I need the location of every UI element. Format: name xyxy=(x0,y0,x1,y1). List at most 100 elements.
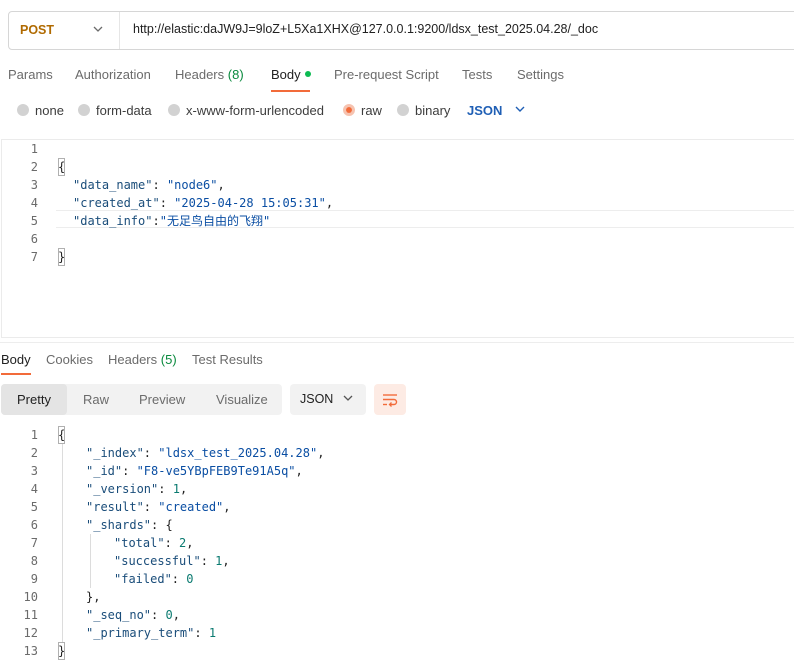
request-body-editor[interactable] xyxy=(1,139,794,338)
resp-tab-cookies[interactable]: Cookies xyxy=(46,352,93,367)
line-number: 12 xyxy=(23,626,38,640)
json-comma: , xyxy=(325,196,334,210)
resp-tab-test-results[interactable]: Test Results xyxy=(192,352,263,367)
tab-tests[interactable]: Tests xyxy=(462,67,492,82)
json-value: 1 xyxy=(208,626,217,640)
radio-urlencoded-label: x-www-form-urlencoded xyxy=(186,103,324,118)
json-value: "无足鸟自由的飞翔" xyxy=(159,214,271,228)
code-line: "_id": "F8-ve5YBpFEB9Te91A5q", xyxy=(86,464,303,478)
headers-count: (8) xyxy=(227,67,244,82)
indent-guide xyxy=(90,534,91,588)
resp-headers-count: (5) xyxy=(160,352,177,367)
line-number: 4 xyxy=(30,482,38,496)
response-format-label: JSON xyxy=(300,392,334,406)
json-colon: : xyxy=(152,214,160,228)
code-line: "total": 2, xyxy=(114,536,194,550)
active-tab-underline xyxy=(1,373,31,375)
code-line: "_seq_no": 0, xyxy=(86,608,180,622)
resp-tab-body[interactable]: Body xyxy=(1,352,31,367)
body-language-select[interactable]: JSON xyxy=(467,103,502,118)
url-input[interactable]: http://elastic:daJW9J=9loZ+L5Xa1XHX@127.… xyxy=(133,22,598,36)
view-mode-group: Pretty Raw Preview Visualize xyxy=(1,384,282,415)
radio-form-data[interactable]: form-data xyxy=(78,103,152,118)
tab-headers-label: Headers xyxy=(175,67,225,82)
tab-body[interactable]: Body xyxy=(271,67,311,82)
tab-settings[interactable]: Settings xyxy=(517,67,564,82)
code-line: "_index": "ldsx_test_2025.04.28", xyxy=(86,446,325,460)
radio-urlencoded[interactable]: x-www-form-urlencoded xyxy=(168,103,324,118)
response-format-select[interactable]: JSON xyxy=(290,384,366,415)
code-line: "data_info":"无足鸟自由的飞翔" xyxy=(73,212,270,230)
json-value: "2025-04-28 15:05:31" xyxy=(174,196,326,210)
json-key: "_primary_term" xyxy=(86,626,195,640)
line-number: 5 xyxy=(30,214,38,228)
line-number: 10 xyxy=(23,590,38,604)
json-value: 1 xyxy=(172,482,180,496)
tab-headers[interactable]: Headers (8) xyxy=(175,67,244,82)
line-number: 6 xyxy=(30,518,38,532)
close-brace: } xyxy=(58,642,66,660)
json-key: "_version" xyxy=(86,482,159,496)
chevron-down-icon[interactable] xyxy=(514,102,526,119)
tab-params[interactable]: Params xyxy=(8,67,53,82)
line-number: 1 xyxy=(30,142,38,156)
response-tabs: Body Cookies Headers (5) Test Results xyxy=(0,350,794,376)
json-value: "F8-ve5YBpFEB9Te91A5q" xyxy=(136,464,296,478)
json-key: "failed" xyxy=(114,572,172,586)
radio-raw[interactable]: raw xyxy=(343,103,382,118)
body-status-dot xyxy=(304,71,311,77)
line-number: 13 xyxy=(23,644,38,658)
view-preview-button[interactable]: Preview xyxy=(139,384,185,415)
radio-raw-label: raw xyxy=(361,103,382,118)
request-url-bar: POST http://elastic:daJW9J=9loZ+L5Xa1XHX… xyxy=(8,11,794,50)
line-number: 5 xyxy=(30,500,38,514)
radio-none[interactable]: none xyxy=(17,103,64,118)
url-divider xyxy=(119,12,120,49)
radio-circle xyxy=(168,104,180,116)
radio-binary-label: binary xyxy=(415,103,451,118)
request-tabs: Params Authorization Headers (8) Body Pr… xyxy=(0,65,794,93)
code-line: "created_at": "2025-04-28 15:05:31", xyxy=(73,194,333,212)
json-value: "node6" xyxy=(166,178,218,192)
json-key: "successful" xyxy=(114,554,201,568)
active-tab-underline xyxy=(271,90,310,92)
radio-circle xyxy=(78,104,90,116)
json-key: "_id" xyxy=(86,464,123,478)
wrap-lines-button[interactable] xyxy=(374,384,406,415)
radio-circle xyxy=(17,104,29,116)
indent-guide xyxy=(62,444,63,642)
chevron-down-icon xyxy=(92,22,104,39)
body-type-options: none form-data x-www-form-urlencoded raw… xyxy=(0,100,794,122)
code-line: "result": "created", xyxy=(86,500,231,514)
resp-tab-headers-label: Headers xyxy=(108,352,158,367)
tab-prerequest-script[interactable]: Pre-request Script xyxy=(334,67,439,82)
line-number: 3 xyxy=(30,178,38,192)
line-number: 7 xyxy=(30,250,38,264)
code-line: "data_name": "node6", xyxy=(73,176,225,194)
json-colon: : xyxy=(152,178,167,192)
view-pretty-button[interactable]: Pretty xyxy=(1,384,67,415)
json-key: "created_at" xyxy=(73,196,160,210)
json-value: 0 xyxy=(186,572,194,586)
resp-tab-headers[interactable]: Headers (5) xyxy=(108,352,177,367)
json-key: "_index" xyxy=(86,446,144,460)
code-line: "successful": 1, xyxy=(114,554,230,568)
wrap-lines-icon xyxy=(383,394,398,407)
view-raw-button[interactable]: Raw xyxy=(83,384,109,415)
view-visualize-button[interactable]: Visualize xyxy=(216,384,268,415)
json-key: "_seq_no" xyxy=(86,608,152,622)
method-dropdown[interactable]: POST xyxy=(9,12,117,49)
json-key: "_shards" xyxy=(86,518,152,532)
radio-none-label: none xyxy=(35,103,64,118)
radio-circle xyxy=(397,104,409,116)
code-line: "_shards": { xyxy=(86,518,173,532)
response-divider xyxy=(0,342,794,343)
json-key: "result" xyxy=(86,500,144,514)
tab-authorization[interactable]: Authorization xyxy=(75,67,151,82)
close-brace: } xyxy=(58,248,66,266)
line-number: 7 xyxy=(30,536,38,550)
radio-binary[interactable]: binary xyxy=(397,103,450,118)
json-colon: : xyxy=(159,196,175,210)
code-line: "_primary_term": 1 xyxy=(86,626,217,640)
line-number: 6 xyxy=(30,232,38,246)
